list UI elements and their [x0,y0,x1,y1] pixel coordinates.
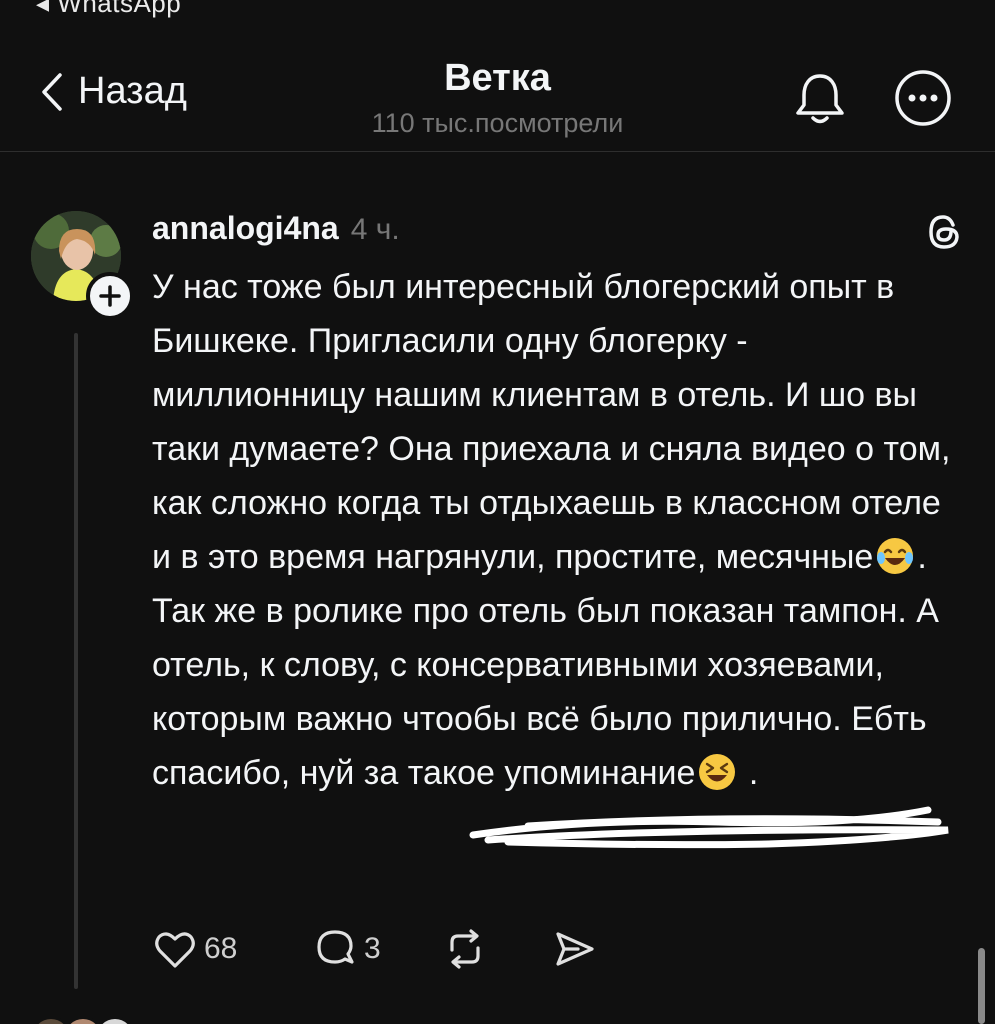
more-options-button[interactable] [893,68,953,128]
comment-icon [317,930,354,964]
header-divider [0,151,995,152]
grinning-squint-emoji-icon [697,752,737,792]
send-icon [556,932,594,966]
threads-logo-icon [924,212,964,252]
reply-count: 3 [364,932,381,965]
username[interactable]: annalogi4na [152,210,339,247]
post-actions: 68 3 [152,924,598,974]
notifications-button[interactable] [790,68,850,128]
avatar [94,1016,136,1024]
follow-plus-button[interactable] [86,272,134,320]
share-button[interactable] [552,926,598,972]
top-nav-bar: Назад Ветка 110 тыс.посмотрели [0,0,995,150]
post-text: У нас тоже был интересный блогерский опы… [152,260,962,800]
laughing-tears-emoji-icon [875,536,915,576]
post-header: annalogi4na 4 ч. [152,210,400,254]
reply-button[interactable]: 3 [312,926,442,972]
more-icon [895,70,951,126]
replier-avatars [30,1016,136,1024]
bell-icon [796,74,844,124]
repost-icon [450,929,480,969]
post-text-part-2: . Так же в ролике про отель был показан … [152,538,939,792]
redaction-scribble [469,806,949,849]
timestamp: 4 ч. [350,213,400,246]
like-count: 68 [204,932,238,965]
thread-line [74,333,78,989]
threads-thread-screen: ◂ WhatsApp Назад Ветка 110 тыс.посмотрел… [0,0,995,1024]
post-text-part-1: У нас тоже был интересный блогерский опы… [152,268,951,576]
heart-icon [155,932,195,968]
post-text-part-3: . [739,754,759,792]
scrollbar[interactable] [978,948,985,1024]
plus-icon [99,285,121,307]
repost-button[interactable] [442,926,552,972]
like-button[interactable]: 68 [152,926,312,972]
